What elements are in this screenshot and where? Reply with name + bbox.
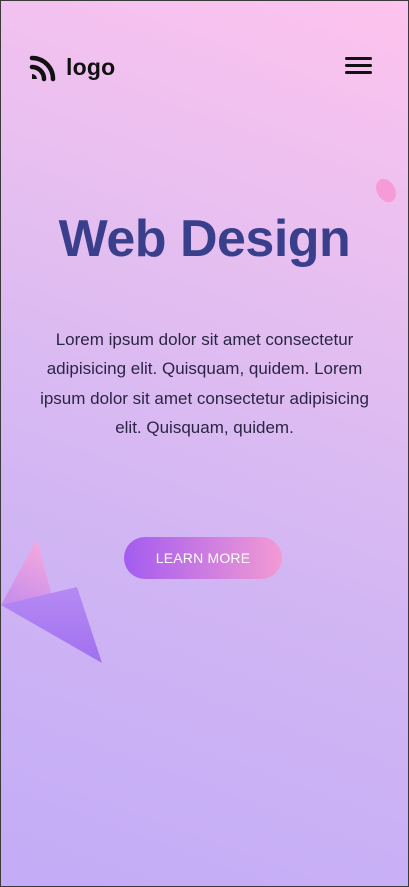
decorative-pink-blob [371,175,401,206]
site-header: logo [29,51,380,83]
landing-page: logo Web Design Lorem ipsum dolor sit am… [0,0,409,887]
logo-link[interactable]: logo [29,52,115,82]
hero-description: Lorem ipsum dolor sit amet consectetur a… [40,330,369,438]
decorative-triangles [1,539,102,663]
hero-title: Web Design [58,210,351,268]
logo-text: logo [66,54,116,80]
rss-arcs-logo-icon [29,55,56,82]
hamburger-menu-icon[interactable] [345,57,372,77]
learn-more-button[interactable]: LEARN MORE [124,537,282,579]
